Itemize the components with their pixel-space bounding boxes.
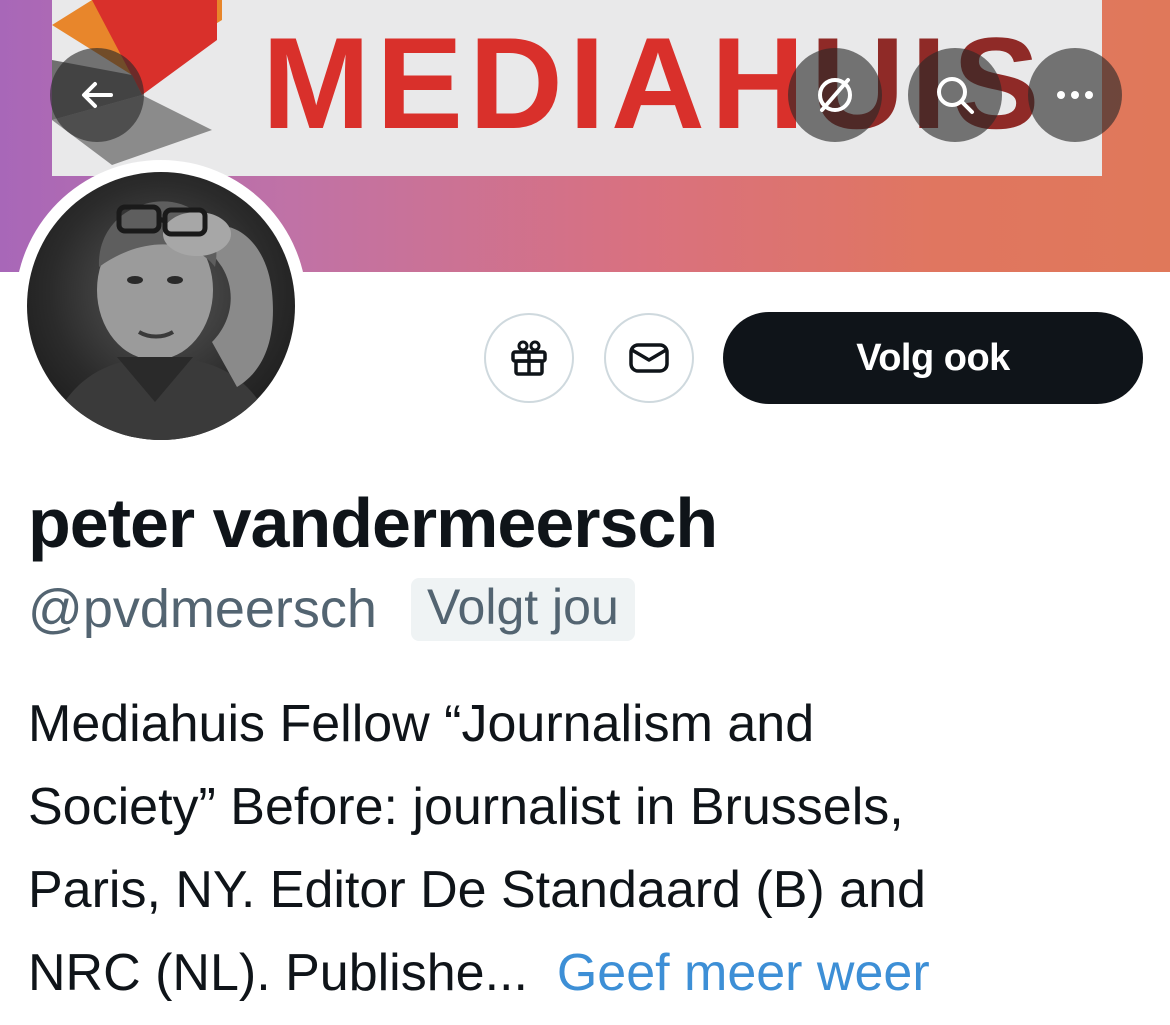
handle-row: @pvdmeersch Volgt jou — [28, 578, 635, 641]
message-button[interactable] — [604, 313, 694, 403]
bio-line: Mediahuis Fellow “Journalism and — [28, 695, 815, 753]
bio-line: Paris, NY. Editor De Standaard (B) and — [28, 861, 926, 919]
more-button[interactable] — [1028, 48, 1122, 142]
globe-slash-icon — [818, 78, 852, 112]
show-more-link[interactable]: Geef meer weer — [557, 944, 930, 1002]
more-horizontal-icon — [1057, 91, 1093, 99]
subscribe-gift-button[interactable] — [484, 313, 574, 403]
bio-line: Society” Before: journalist in Brussels, — [28, 778, 904, 836]
display-name: peter vandermeersch — [28, 484, 718, 562]
back-button[interactable] — [50, 48, 144, 142]
follow-back-button[interactable]: Volg ook — [723, 312, 1143, 404]
bio-line-last: NRC (NL). Publishe... Geef meer weer — [28, 932, 1148, 1015]
profile-page: MEDIAHUIS — [0, 0, 1170, 1025]
bio-line-truncated: NRC (NL). Publishe... — [28, 944, 528, 1002]
gift-icon — [511, 340, 547, 376]
envelope-icon — [629, 343, 669, 373]
search-button[interactable] — [908, 48, 1002, 142]
follows-you-badge: Volgt jou — [410, 578, 635, 641]
user-handle: @pvdmeersch — [28, 578, 377, 639]
search-icon — [937, 77, 974, 114]
translate-button[interactable] — [788, 48, 882, 142]
profile-bio: Mediahuis Fellow “Journalism and Society… — [28, 683, 1148, 1015]
avatar-photo — [27, 172, 295, 440]
arrow-left-icon — [82, 82, 113, 108]
avatar[interactable] — [15, 160, 307, 452]
